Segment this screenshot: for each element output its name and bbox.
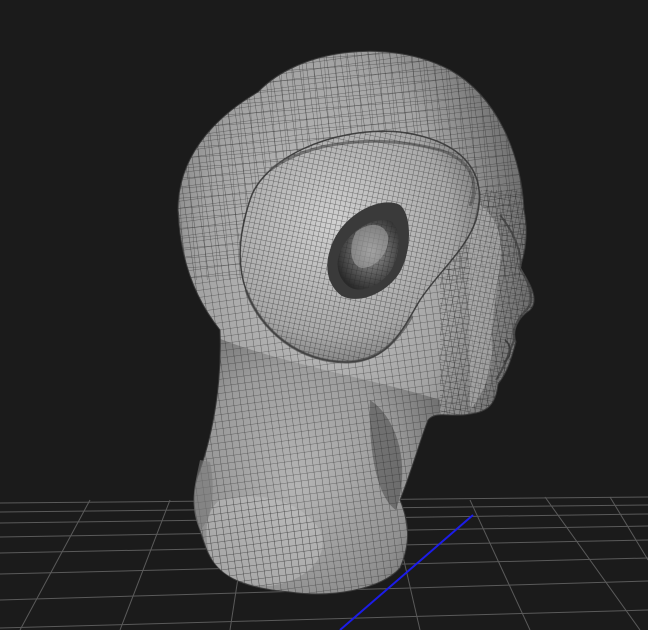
grid-line-h xyxy=(0,609,648,629)
grid-line-v xyxy=(544,496,641,630)
3d-viewport[interactable] xyxy=(0,0,648,630)
grid-line-v xyxy=(469,499,531,630)
grid-line-v xyxy=(609,496,648,561)
grid-line-v xyxy=(19,499,91,630)
grid-line-v xyxy=(119,499,171,630)
scene-canvas[interactable] xyxy=(0,0,648,630)
